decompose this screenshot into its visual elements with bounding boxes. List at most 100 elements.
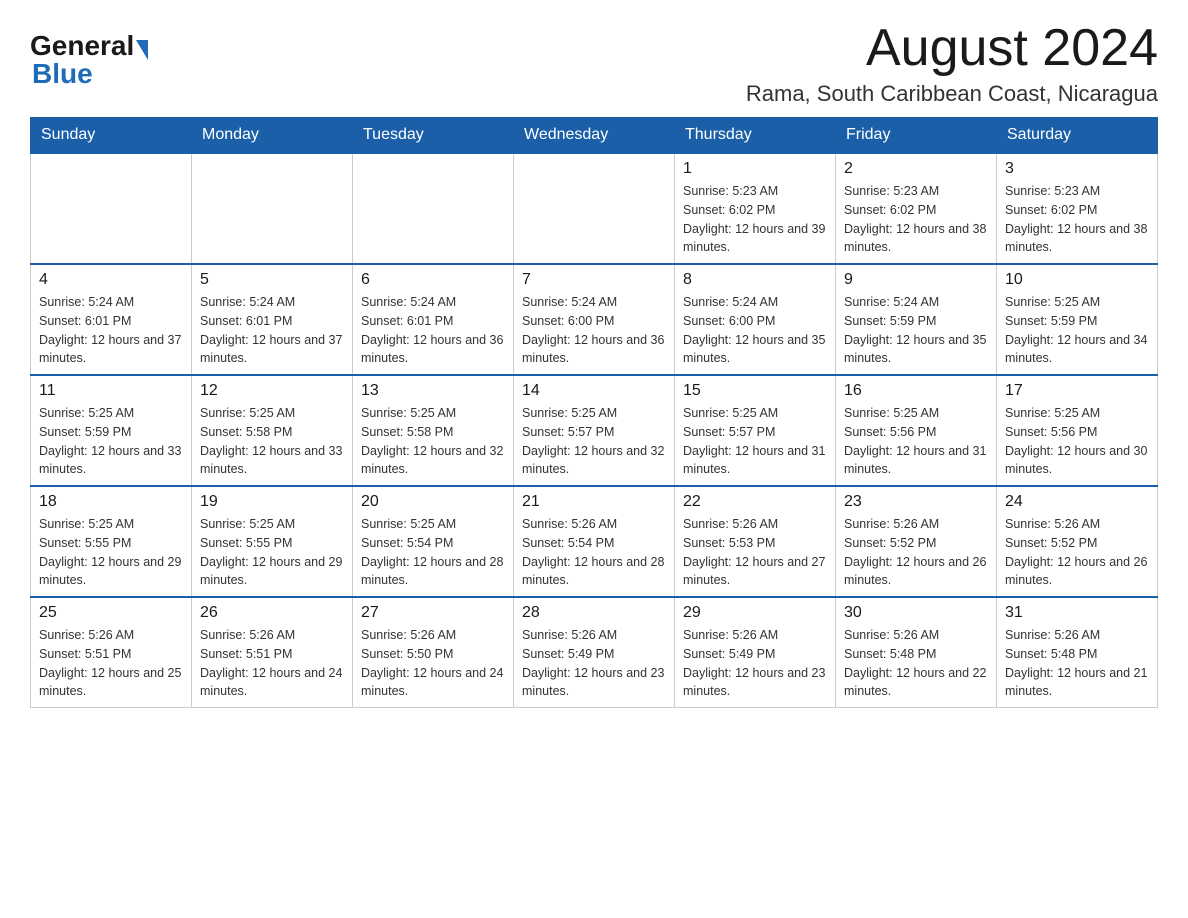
calendar-cell: 20Sunrise: 5:25 AM Sunset: 5:54 PM Dayli… [353,486,514,597]
day-info: Sunrise: 5:25 AM Sunset: 5:55 PM Dayligh… [39,515,183,590]
calendar-table: SundayMondayTuesdayWednesdayThursdayFrid… [30,117,1158,708]
day-number: 1 [683,160,827,178]
calendar-week-row: 11 Sunrise: 5:25 AM Sunset: 5:59 PM Dayli… [31,375,1158,486]
day-number: 28 [522,604,666,622]
calendar-week-row: 18 Sunrise: 5:25 AM Sunset: 5:55 PM Dayli… [31,486,1158,597]
calendar-cell: 25 Sunrise: 5:26 AM Sunset: 5:51 PM Dayli… [31,597,192,708]
logo-blue-text: Blue [32,58,93,89]
day-info: Sunrise: 5:26 AM Sunset: 5:50 PM Dayligh… [361,626,505,701]
calendar-cell: 8 Sunrise: 5:24 AM Sunset: 6:00 PM Daylig… [675,264,836,375]
day-number: 2 [844,160,988,178]
weekday-header-thursday: Thursday [675,118,836,154]
day-number: 29 [683,604,827,622]
day-number: 31 [1005,604,1149,622]
calendar-cell: 12Sunrise: 5:25 AM Sunset: 5:58 PM Dayli… [192,375,353,486]
calendar-cell: 10Sunrise: 5:25 AM Sunset: 5:59 PM Dayli… [997,264,1158,375]
calendar-cell: 23 Sunrise: 5:26 AM Sunset: 5:52 PM Dayli… [836,486,997,597]
weekday-header-monday: Monday [192,118,353,154]
calendar-cell: 27 Sunrise: 5:26 AM Sunset: 5:50 PM Dayli… [353,597,514,708]
calendar-cell: 6 Sunrise: 5:24 AM Sunset: 6:01 PM Daylig… [353,264,514,375]
calendar-cell: 19 Sunrise: 5:25 AM Sunset: 5:55 PM Dayli… [192,486,353,597]
day-number: 23 [844,493,988,511]
day-info: Sunrise: 5:26 AM Sunset: 5:51 PM Dayligh… [39,626,183,701]
calendar-cell: 24 Sunrise: 5:26 AM Sunset: 5:52 PM Dayli… [997,486,1158,597]
day-number: 13 [361,382,505,400]
calendar-week-row: 25 Sunrise: 5:26 AM Sunset: 5:51 PM Dayli… [31,597,1158,708]
weekday-header-tuesday: Tuesday [353,118,514,154]
day-info: Sunrise: 5:24 AM Sunset: 6:01 PM Dayligh… [39,293,183,368]
calendar-cell: 21 Sunrise: 5:26 AM Sunset: 5:54 PM Dayli… [514,486,675,597]
calendar-cell: 13 Sunrise: 5:25 AM Sunset: 5:58 PM Dayli… [353,375,514,486]
day-info: Sunrise: 5:24 AM Sunset: 6:01 PM Dayligh… [361,293,505,368]
day-info: Sunrise: 5:26 AM Sunset: 5:49 PM Dayligh… [522,626,666,701]
calendar-header: SundayMondayTuesdayWednesdayThursdayFrid… [31,118,1158,154]
day-number: 6 [361,271,505,289]
day-info: Sunrise: 5:25 AM Sunset: 5:58 PM Dayligh… [361,404,505,479]
calendar-cell: 18 Sunrise: 5:25 AM Sunset: 5:55 PM Dayli… [31,486,192,597]
weekday-header-wednesday: Wednesday [514,118,675,154]
day-number: 21 [522,493,666,511]
calendar-cell: 11 Sunrise: 5:25 AM Sunset: 5:59 PM Dayli… [31,375,192,486]
weekday-header-sunday: Sunday [31,118,192,154]
day-number: 18 [39,493,183,511]
day-number: 27 [361,604,505,622]
calendar-cell: 2Sunrise: 5:23 AM Sunset: 6:02 PM Daylig… [836,153,997,264]
day-info: Sunrise: 5:26 AM Sunset: 5:53 PM Dayligh… [683,515,827,590]
day-number: 4 [39,271,183,289]
day-info: Sunrise: 5:24 AM Sunset: 5:59 PM Dayligh… [844,293,988,368]
calendar-cell: 9 Sunrise: 5:24 AM Sunset: 5:59 PM Daylig… [836,264,997,375]
calendar-cell [514,153,675,264]
day-number: 24 [1005,493,1149,511]
day-number: 11 [39,382,183,400]
title-block: August 2024 Rama, South Caribbean Coast,… [746,20,1158,107]
calendar-cell: 15Sunrise: 5:25 AM Sunset: 5:57 PM Dayli… [675,375,836,486]
day-number: 17 [1005,382,1149,400]
day-info: Sunrise: 5:25 AM Sunset: 5:55 PM Dayligh… [200,515,344,590]
calendar-cell: 28 Sunrise: 5:26 AM Sunset: 5:49 PM Dayli… [514,597,675,708]
weekday-header-saturday: Saturday [997,118,1158,154]
day-info: Sunrise: 5:26 AM Sunset: 5:49 PM Dayligh… [683,626,827,701]
calendar-cell: 29 Sunrise: 5:26 AM Sunset: 5:49 PM Dayli… [675,597,836,708]
weekday-header-row: SundayMondayTuesdayWednesdayThursdayFrid… [31,118,1158,154]
day-number: 12 [200,382,344,400]
calendar-cell: 4 Sunrise: 5:24 AM Sunset: 6:01 PM Daylig… [31,264,192,375]
calendar-cell: 14Sunrise: 5:25 AM Sunset: 5:57 PM Dayli… [514,375,675,486]
page-header: General Blue August 2024 Rama, South Car… [30,20,1158,107]
calendar-cell: 30 Sunrise: 5:26 AM Sunset: 5:48 PM Dayli… [836,597,997,708]
day-info: Sunrise: 5:23 AM Sunset: 6:02 PM Dayligh… [1005,182,1149,257]
calendar-week-row: 1 Sunrise: 5:23 AM Sunset: 6:02 PM Daylig… [31,153,1158,264]
day-info: Sunrise: 5:25 AM Sunset: 5:54 PM Dayligh… [361,515,505,590]
calendar-cell: 5Sunrise: 5:24 AM Sunset: 6:01 PM Daylig… [192,264,353,375]
calendar-cell: 17Sunrise: 5:25 AM Sunset: 5:56 PM Dayli… [997,375,1158,486]
calendar-cell [31,153,192,264]
calendar-cell [353,153,514,264]
logo-triangle-icon [136,40,148,60]
day-info: Sunrise: 5:25 AM Sunset: 5:57 PM Dayligh… [522,404,666,479]
day-number: 30 [844,604,988,622]
calendar-cell [192,153,353,264]
calendar-week-row: 4 Sunrise: 5:24 AM Sunset: 6:01 PM Daylig… [31,264,1158,375]
weekday-header-friday: Friday [836,118,997,154]
day-info: Sunrise: 5:26 AM Sunset: 5:48 PM Dayligh… [844,626,988,701]
day-info: Sunrise: 5:26 AM Sunset: 5:52 PM Dayligh… [1005,515,1149,590]
calendar-cell: 7 Sunrise: 5:24 AM Sunset: 6:00 PM Daylig… [514,264,675,375]
day-number: 25 [39,604,183,622]
day-number: 8 [683,271,827,289]
day-info: Sunrise: 5:23 AM Sunset: 6:02 PM Dayligh… [683,182,827,257]
day-info: Sunrise: 5:24 AM Sunset: 6:00 PM Dayligh… [522,293,666,368]
day-info: Sunrise: 5:26 AM Sunset: 5:52 PM Dayligh… [844,515,988,590]
day-info: Sunrise: 5:25 AM Sunset: 5:56 PM Dayligh… [844,404,988,479]
day-info: Sunrise: 5:24 AM Sunset: 6:01 PM Dayligh… [200,293,344,368]
month-title: August 2024 [746,20,1158,77]
day-number: 9 [844,271,988,289]
day-number: 7 [522,271,666,289]
day-number: 26 [200,604,344,622]
day-info: Sunrise: 5:26 AM Sunset: 5:54 PM Dayligh… [522,515,666,590]
day-info: Sunrise: 5:26 AM Sunset: 5:51 PM Dayligh… [200,626,344,701]
day-info: Sunrise: 5:24 AM Sunset: 6:00 PM Dayligh… [683,293,827,368]
day-number: 10 [1005,271,1149,289]
calendar-body: 1 Sunrise: 5:23 AM Sunset: 6:02 PM Daylig… [31,153,1158,708]
day-number: 22 [683,493,827,511]
day-info: Sunrise: 5:25 AM Sunset: 5:59 PM Dayligh… [39,404,183,479]
day-number: 19 [200,493,344,511]
